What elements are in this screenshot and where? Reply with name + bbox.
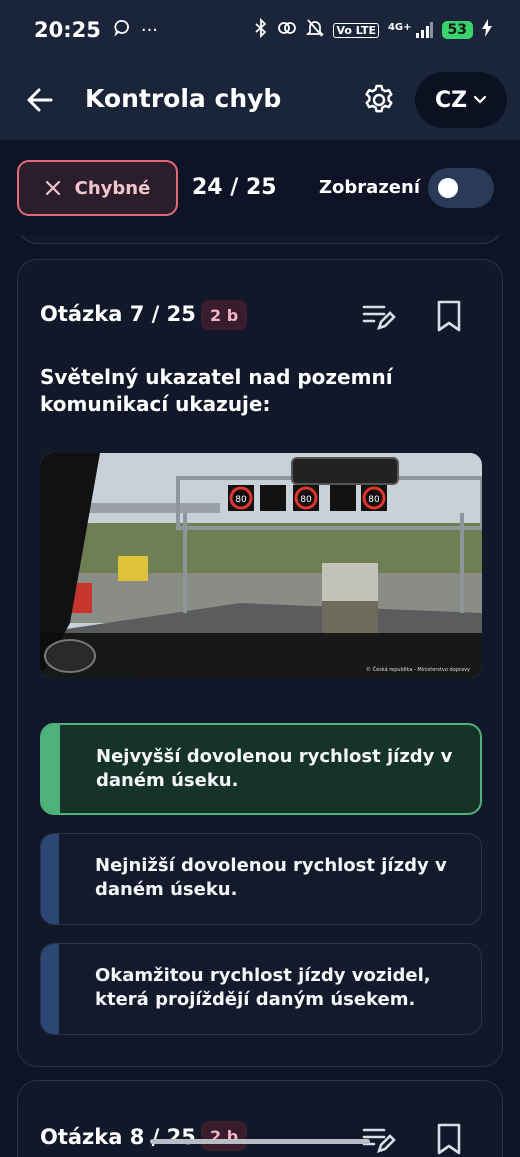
speed-sign-value: 80: [368, 495, 380, 505]
answer-text: Okamžitou rychlost jízdy vozidel, která …: [95, 965, 431, 1010]
more-notifications-icon: ···: [140, 19, 159, 41]
back-button[interactable]: [24, 84, 56, 116]
gear-icon: [365, 84, 393, 113]
question-number: Otázka 7 / 25: [40, 302, 196, 326]
answer-marker: [41, 944, 59, 1034]
speed-sign-value: 80: [300, 495, 312, 505]
answer-marker: [42, 725, 60, 813]
answer-option-correct[interactable]: Nejvyšší dovolenou rychlost jízdy v dané…: [40, 723, 482, 815]
bluetooth-icon: [254, 17, 268, 43]
bookmark-icon: [437, 300, 461, 332]
question-image: 80 80 80 © Česká republika - Ministerstv…: [40, 453, 482, 678]
next-question-card: Otázka 8 / 25 2 b: [17, 1080, 503, 1157]
image-caption: © Česká republika - Ministerstvo dopravy: [366, 666, 470, 673]
settings-button[interactable]: [362, 83, 396, 117]
language-selector[interactable]: CZ: [415, 72, 507, 128]
speed-sign-value: 80: [235, 495, 247, 505]
volte-icon: Vo LTE: [333, 22, 379, 38]
bookmark-button[interactable]: [431, 1121, 467, 1157]
language-label: CZ: [434, 87, 468, 113]
battery-indicator: 53: [441, 21, 473, 39]
display-toggle-label: Zobrazení: [319, 177, 420, 198]
question-counter: 24 / 25: [192, 175, 277, 200]
display-toggle[interactable]: [428, 168, 494, 208]
chat-bubble-icon: [113, 19, 131, 42]
close-icon: [45, 180, 60, 196]
question-text: Světelný ukazatel nad pozemní komunikací…: [40, 365, 393, 416]
chip-label: Chybné: [74, 177, 151, 199]
question-card: Otázka 7 / 25 2 b Světelný ukazatel nad …: [17, 259, 503, 1067]
answer-option[interactable]: Okamžitou rychlost jízdy vozidel, která …: [40, 943, 482, 1035]
status-time: 20:25: [34, 18, 101, 42]
chevron-down-icon: [473, 95, 487, 104]
status-bar: 20:25 ··· Vo LTE 4G+ 53: [0, 0, 520, 60]
bookmark-icon: [437, 1123, 461, 1155]
wrong-filter-chip[interactable]: Chybné: [17, 160, 178, 216]
charging-icon: [482, 18, 492, 42]
home-indicator[interactable]: [150, 1139, 370, 1144]
signal-icon: 4G+: [388, 22, 433, 38]
answer-text: Nejvyšší dovolenou rychlost jízdy v dané…: [96, 746, 453, 791]
question-number: Otázka 8 / 25: [40, 1125, 196, 1149]
page-title: Kontrola chyb: [85, 84, 282, 113]
answer-text: Nejnižší dovolenou rychlost jízdy v dané…: [95, 855, 447, 900]
toggle-knob: [438, 178, 458, 198]
answer-option[interactable]: Nejnižší dovolenou rychlost jízdy v dané…: [40, 833, 482, 925]
points-badge: 2 b: [201, 300, 248, 330]
filter-bar: Chybné 24 / 25 Zobrazení: [0, 140, 520, 235]
answer-marker: [41, 834, 59, 924]
mute-bell-icon: [306, 18, 325, 43]
bookmark-button[interactable]: [431, 298, 467, 334]
add-note-button[interactable]: [360, 298, 396, 334]
back-arrow-icon: [27, 88, 53, 112]
note-edit-icon: [362, 305, 396, 331]
link-icon: [277, 20, 297, 41]
app-bar: Kontrola chyb CZ: [0, 60, 520, 140]
points-badge: 2 b: [201, 1121, 248, 1151]
